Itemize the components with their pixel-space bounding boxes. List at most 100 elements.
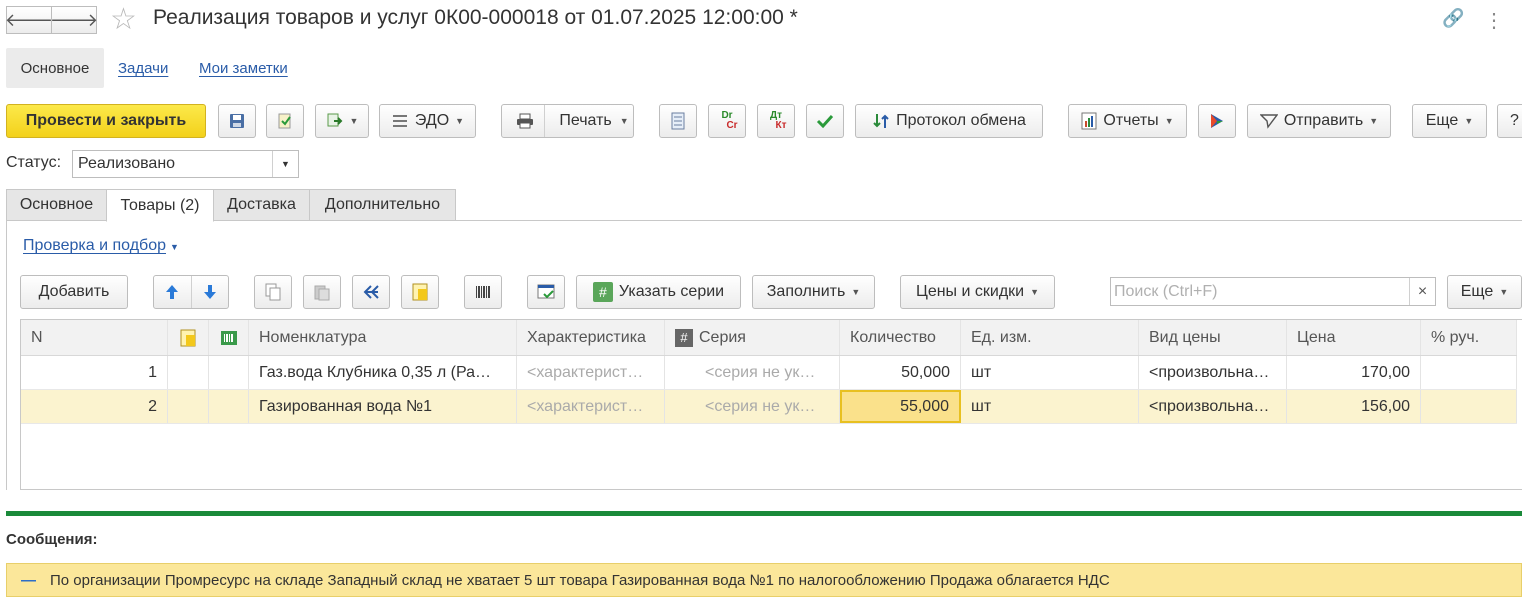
send-paper-plane-icon [1259,114,1278,129]
forward-button[interactable]: 🡒 [50,6,98,34]
copy-row-button[interactable] [254,275,292,309]
table-row[interactable]: 2 Газированная вода №1 <характерист… <се… [21,390,1517,424]
barcode-button[interactable] [464,275,502,309]
tab-additional[interactable]: Дополнительно [309,189,456,221]
cell-characteristic[interactable]: <характерист… [517,390,665,423]
exchange-protocol-button[interactable]: Протокол обмена [855,104,1043,138]
col-header-series-label: Серия [699,328,746,346]
cell-icon2[interactable] [209,390,249,423]
search-field[interactable]: × [1110,277,1436,306]
dt-kt-button[interactable]: Дт Кт [757,104,795,138]
paste-row-button[interactable] [303,275,341,309]
reports-button[interactable]: Отчеты ▼ [1068,104,1187,138]
exchange-arrows-icon [873,114,889,128]
save-icon [230,114,244,128]
status-select[interactable]: Реализовано ▼ [72,150,299,178]
chevron-down-icon: ▼ [1030,287,1040,297]
send-button[interactable]: Отправить ▼ [1247,104,1391,138]
col-header-unit[interactable]: Ед. изм. [961,320,1139,355]
send-label: Отправить [1283,112,1364,129]
status-label: Статус: [6,154,62,171]
cell-nomenclature[interactable]: Газированная вода №1 [249,390,517,423]
cell-manual-pct[interactable] [1421,390,1517,423]
subtab-notes[interactable]: Мои заметки [199,60,288,77]
fill-button[interactable]: Заполнить ▼ [752,275,875,309]
col-header-price[interactable]: Цена [1287,320,1421,355]
chevron-down-icon[interactable]: ▼ [272,151,298,177]
cell-series[interactable]: <серия не ук… [665,356,840,389]
goods-more-button[interactable]: Еще ▼ [1447,275,1522,309]
tab-goods[interactable]: Товары (2) [106,189,214,222]
panel-border [6,220,7,490]
col-header-characteristic[interactable]: Характеристика [517,320,665,355]
fill-cell-button[interactable] [401,275,439,309]
cell-n[interactable]: 1 [21,356,168,389]
yandex-send-button[interactable] [1198,104,1236,138]
search-input[interactable] [1111,278,1409,305]
subtab-main[interactable]: Основное [6,48,104,88]
cell-series[interactable]: <серия не ук… [665,390,840,423]
table-header: N Номенклатура Характеристика # Серия Ко… [21,320,1517,356]
check-button[interactable] [806,104,844,138]
cell-icon1[interactable] [168,356,209,389]
messages-title: Сообщения: [6,531,98,548]
col-header-price-type[interactable]: Вид цены [1139,320,1287,355]
cell-quantity[interactable]: 55,000 [840,390,961,423]
prices-discounts-button[interactable]: Цены и скидки ▼ [900,275,1055,309]
table-row[interactable]: 1 Газ.вода Клубника 0,35 л (Ра… <характе… [21,356,1517,390]
link-icon[interactable]: 🔗 [1442,8,1464,29]
split-row-button[interactable] [352,275,390,309]
move-up-button[interactable] [154,284,191,300]
cell-price-type[interactable]: <произвольна… [1139,390,1287,423]
more-menu-icon[interactable]: ⋮ [1484,8,1504,33]
select-goods-button[interactable] [527,275,565,309]
favorite-star-icon[interactable]: ☆ [110,2,137,37]
more-actions-button[interactable]: Еще ▼ [1412,104,1487,138]
post-button[interactable] [266,104,304,138]
collapse-dash-icon[interactable]: — [7,572,50,589]
reports-icon [1081,112,1097,130]
edo-button[interactable]: ЭДО ▼ [379,104,476,138]
cell-characteristic[interactable]: <характерист… [517,356,665,389]
message-item[interactable]: — По организации Промресурс на складе За… [6,563,1522,597]
help-button[interactable]: ? [1497,104,1522,138]
cell-price[interactable]: 170,00 [1287,356,1421,389]
dr-cr-button[interactable]: Dr Cr [708,104,746,138]
check-and-pick-link[interactable]: Проверка и подбор ▼ [23,237,179,255]
save-button[interactable] [218,104,256,138]
subtab-tasks[interactable]: Задачи [118,60,168,77]
hash-icon: # [592,282,613,302]
clear-search-button[interactable]: × [1409,278,1435,305]
specify-series-button[interactable]: # Указать серии [576,275,741,309]
col-header-icon1[interactable] [168,320,209,355]
cell-unit[interactable]: шт [961,390,1139,423]
cell-price-type[interactable]: <произвольна… [1139,356,1287,389]
col-header-manual-pct[interactable]: % руч. [1421,320,1517,355]
tab-main[interactable]: Основное [6,189,107,221]
col-header-icon2[interactable] [209,320,249,355]
tab-delivery[interactable]: Доставка [213,189,310,221]
back-button[interactable]: 🡐 [5,6,53,34]
message-text: По организации Промресурс на складе Запа… [50,571,1110,589]
cell-unit[interactable]: шт [961,356,1139,389]
col-header-n[interactable]: N [21,320,168,355]
post-and-close-button[interactable]: Провести и закрыть [6,104,206,138]
cell-icon1[interactable] [168,390,209,423]
cell-nomenclature[interactable]: Газ.вода Клубника 0,35 л (Ра… [249,356,517,389]
add-row-button[interactable]: Добавить [20,275,128,309]
cell-n[interactable]: 2 [21,390,168,423]
print-button[interactable]: Печать ▼ [501,104,634,138]
hash-icon: # [675,328,693,347]
cell-manual-pct[interactable] [1421,356,1517,389]
dt-kt-icon-bottom: Кт [775,120,787,131]
cell-price[interactable]: 156,00 [1287,390,1421,423]
move-down-button[interactable] [192,284,229,300]
journal-button[interactable] [659,104,697,138]
post-document-icon [278,113,291,129]
col-header-nomenclature[interactable]: Номенклатура [249,320,517,355]
cell-quantity[interactable]: 50,000 [840,356,961,389]
col-header-series[interactable]: # Серия [665,320,840,355]
cell-icon2[interactable] [209,356,249,389]
create-based-on-button[interactable]: ▼ [315,104,369,138]
col-header-quantity[interactable]: Количество [840,320,961,355]
